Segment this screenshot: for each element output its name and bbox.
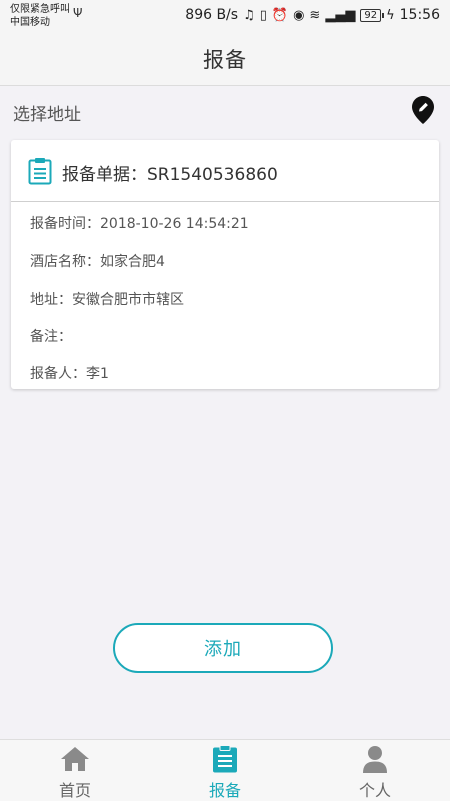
report-time: 报备时间：2018-10-26 14:54:21 <box>30 216 249 232</box>
alarm-icon: ⏰ <box>271 7 289 23</box>
tab-report[interactable]: 报备 <box>150 740 300 801</box>
bottom-tab-bar: 首页 报备 个人 <box>0 739 450 801</box>
clipboard-icon <box>213 745 237 773</box>
select-address-row[interactable]: 选择地址 <box>0 86 450 136</box>
home-icon <box>61 747 89 771</box>
wifi-icon: ≋ <box>309 7 321 23</box>
add-button[interactable]: 添加 <box>113 623 333 673</box>
report-card-header: 报备单据：SR1540536860 <box>11 140 439 202</box>
tab-report-label: 报备 <box>208 781 241 800</box>
carrier-info: 仅限紧急呼叫 中国移动 <box>10 3 70 29</box>
status-bar: 仅限紧急呼叫 中国移动 Ψ 896 B/s ♫ ▯ ⏰ ◉ ≋ ▂▄▆ 92 ϟ… <box>0 0 450 32</box>
tab-home[interactable]: 首页 <box>0 740 150 801</box>
report-number: 报备单据：SR1540536860 <box>62 165 278 185</box>
nav-bar: 报备 <box>0 32 450 86</box>
battery-indicator: 92 <box>360 8 384 22</box>
tab-home-label: 首页 <box>58 781 91 800</box>
carrier-line-1: 仅限紧急呼叫 <box>10 4 70 15</box>
carrier-line-2: 中国移动 <box>10 17 50 28</box>
map-pin-edit-icon[interactable] <box>412 96 434 124</box>
usb-icon: Ψ <box>73 6 83 20</box>
clock: 15:56 <box>399 7 440 23</box>
person-icon <box>363 746 387 773</box>
address-value: 地址：安徽合肥市市辖区 <box>30 292 184 308</box>
remark: 备注： <box>30 329 72 345</box>
charging-icon: ϟ <box>386 7 395 23</box>
report-card[interactable]: 报备单据：SR1540536860 报备时间：2018-10-26 14:54:… <box>11 140 439 389</box>
reporter: 报备人：李1 <box>30 366 109 382</box>
eye-icon: ◉ <box>293 7 305 23</box>
tab-profile[interactable]: 个人 <box>300 740 450 801</box>
hotel-name: 酒店名称：如家合肥4 <box>30 254 165 270</box>
signal-icon: ▂▄▆ <box>325 7 356 23</box>
clipboard-icon <box>28 158 52 185</box>
headphones-icon: ♫ <box>243 7 255 23</box>
status-icons: 896 B/s ♫ ▯ ⏰ ◉ ≋ ▂▄▆ 92 ϟ 15:56 <box>185 7 440 23</box>
select-address-label: 选择地址 <box>13 105 81 125</box>
tab-profile-label: 个人 <box>358 781 391 800</box>
page-title: 报备 <box>203 47 247 72</box>
network-speed: 896 B/s <box>185 7 239 23</box>
vibrate-icon: ▯ <box>259 7 267 23</box>
